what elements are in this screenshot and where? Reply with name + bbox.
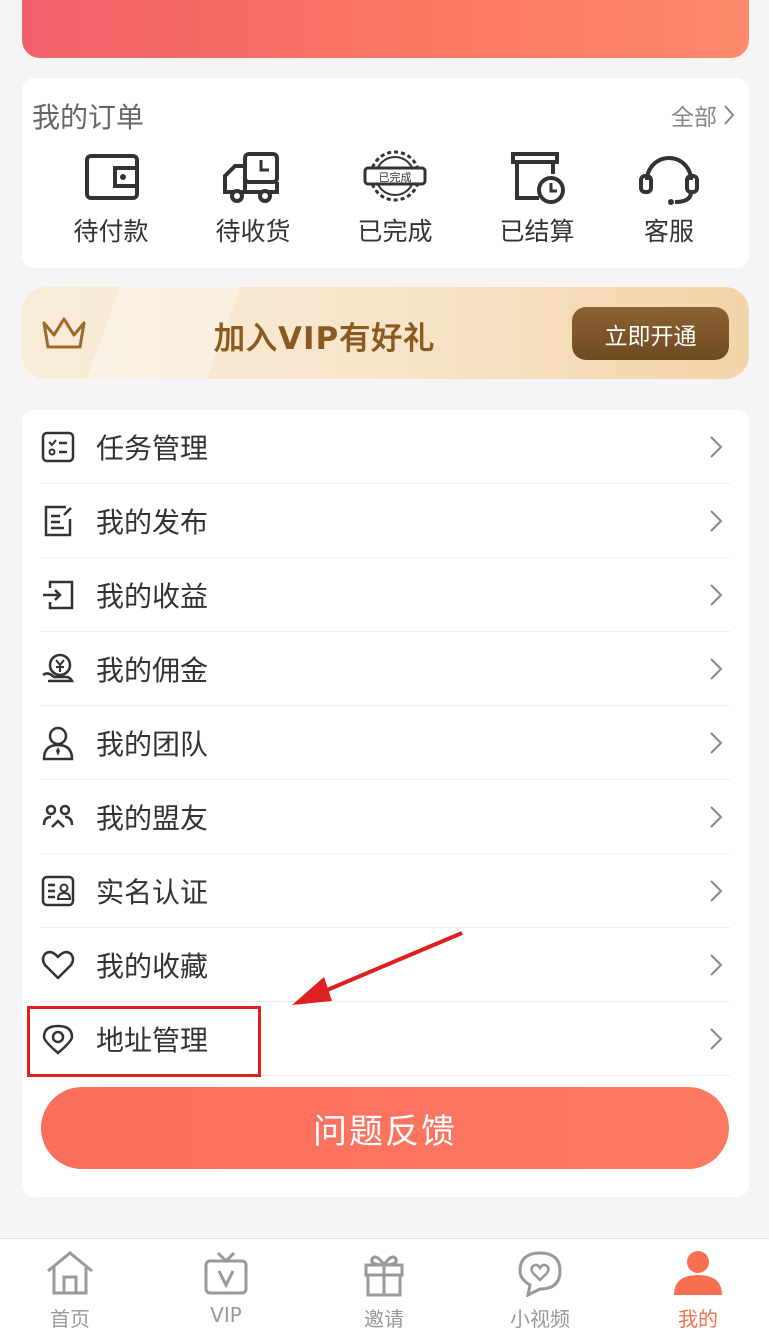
tab-label: 小视频 bbox=[510, 1307, 570, 1331]
menu-item-real-name-verification[interactable]: 实名认证 bbox=[40, 854, 730, 928]
annotation-arrow-icon bbox=[292, 931, 463, 1005]
settlement-clock-icon bbox=[511, 152, 565, 204]
feedback-button[interactable]: 问题反馈 bbox=[41, 1087, 729, 1169]
menu-item-my-commission[interactable]: 我的佣金 bbox=[40, 632, 730, 706]
crown-icon bbox=[42, 317, 86, 349]
home-icon bbox=[47, 1251, 93, 1295]
orders-all-link[interactable]: 全部 bbox=[671, 98, 735, 132]
chevron-right-icon bbox=[724, 105, 735, 125]
video-heart-icon bbox=[518, 1251, 562, 1297]
order-pending-payment[interactable]: 待付款 bbox=[51, 148, 171, 258]
chevron-right-icon bbox=[710, 658, 723, 680]
order-item-label: 待付款 bbox=[73, 217, 149, 246]
order-item-label: 已结算 bbox=[499, 217, 575, 246]
orders-card: 我的订单 全部 待付款 待收货 已完成 已完成 已结算 客服 bbox=[22, 78, 749, 268]
tab-home[interactable]: 首页 bbox=[10, 1249, 130, 1336]
tab-vip[interactable]: VIP bbox=[166, 1249, 286, 1336]
vip-banner[interactable]: 加入VIP有好礼 立即开通 bbox=[22, 287, 749, 379]
allies-icon bbox=[42, 804, 74, 828]
order-settled[interactable]: 已结算 bbox=[477, 148, 597, 258]
publish-icon bbox=[44, 505, 72, 537]
menu-item-my-team[interactable]: 我的团队 bbox=[40, 706, 730, 780]
vip-title: 加入VIP有好礼 bbox=[214, 321, 436, 357]
tab-invite[interactable]: 邀请 bbox=[324, 1249, 444, 1336]
chevron-right-icon bbox=[710, 436, 723, 458]
vip-tv-icon bbox=[204, 1251, 248, 1295]
top-gradient-banner bbox=[22, 0, 749, 58]
order-item-label: 客服 bbox=[643, 217, 694, 246]
income-icon bbox=[43, 580, 74, 610]
order-pending-receipt[interactable]: 待收货 bbox=[193, 148, 313, 258]
tab-short-video[interactable]: 小视频 bbox=[480, 1249, 600, 1336]
completed-stamp-icon: 已完成 bbox=[363, 150, 427, 202]
tab-profile[interactable]: 我的 bbox=[638, 1249, 758, 1336]
gift-icon bbox=[364, 1255, 404, 1297]
order-item-label: 待收货 bbox=[215, 217, 291, 246]
tab-label: 邀请 bbox=[364, 1307, 404, 1331]
bottom-tab-bar: 首页 VIP 邀请 小视频 我的 bbox=[0, 1238, 769, 1336]
vip-open-button[interactable]: 立即开通 bbox=[572, 307, 729, 360]
orders-all-label: 全部 bbox=[671, 105, 717, 131]
stamp-text: 已完成 bbox=[379, 170, 412, 184]
chevron-right-icon bbox=[710, 510, 723, 532]
tab-label: 我的 bbox=[678, 1307, 718, 1331]
heart-icon bbox=[41, 950, 75, 980]
menu-item-label: 实名认证 bbox=[96, 876, 209, 909]
commission-icon bbox=[42, 653, 75, 683]
team-icon bbox=[42, 726, 74, 761]
tab-label: VIP bbox=[210, 1303, 242, 1327]
chevron-right-icon bbox=[710, 880, 723, 902]
chevron-right-icon bbox=[710, 584, 723, 606]
menu-item-label: 我的发布 bbox=[96, 506, 209, 539]
menu-item-my-publish[interactable]: 我的发布 bbox=[40, 484, 730, 558]
order-completed[interactable]: 已完成 已完成 bbox=[335, 148, 455, 258]
menu-item-label: 我的团队 bbox=[96, 728, 209, 761]
order-item-label: 已完成 bbox=[357, 217, 433, 246]
menu-item-label: 任务管理 bbox=[96, 432, 209, 465]
wallet-icon bbox=[85, 154, 139, 200]
menu-item-label: 我的佣金 bbox=[96, 654, 209, 687]
chevron-right-icon bbox=[710, 806, 723, 828]
order-customer-service[interactable]: 客服 bbox=[609, 148, 729, 258]
menu-item-label: 我的盟友 bbox=[96, 802, 209, 835]
task-list-icon bbox=[41, 431, 75, 463]
profile-page: 我的订单 全部 待付款 待收货 已完成 已完成 已结算 客服 加入VIP有好礼 … bbox=[0, 0, 769, 1336]
menu-item-my-allies[interactable]: 我的盟友 bbox=[40, 780, 730, 854]
tab-label: 首页 bbox=[50, 1307, 90, 1331]
profile-icon bbox=[674, 1251, 722, 1295]
id-card-icon bbox=[41, 875, 75, 907]
chevron-right-icon bbox=[710, 732, 723, 754]
menu-item-my-income[interactable]: 我的收益 bbox=[40, 558, 730, 632]
headset-icon bbox=[639, 156, 699, 205]
menu-card: 任务管理 我的发布 我的收益 我的佣金 我的团队 我的盟友 实名认证 我的收藏 … bbox=[22, 410, 749, 1197]
chevron-right-icon bbox=[710, 954, 723, 976]
menu-item-label: 我的收藏 bbox=[96, 950, 209, 983]
orders-title: 我的订单 bbox=[32, 101, 145, 134]
chevron-right-icon bbox=[710, 1028, 723, 1050]
truck-icon bbox=[223, 152, 279, 203]
menu-item-label: 我的收益 bbox=[96, 580, 209, 613]
annotation-highlight-box bbox=[27, 1006, 261, 1077]
menu-item-task-management[interactable]: 任务管理 bbox=[40, 410, 730, 484]
